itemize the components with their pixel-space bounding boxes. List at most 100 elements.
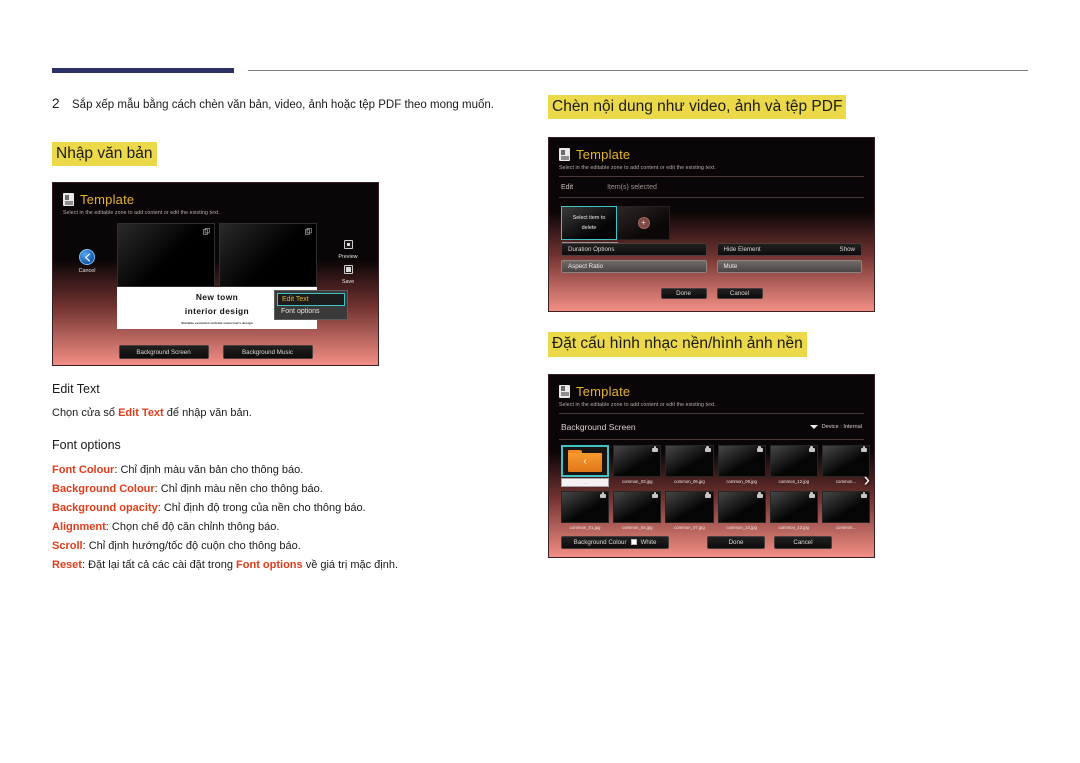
term: Background opacity bbox=[52, 501, 158, 514]
device-label: Device : Internal bbox=[821, 423, 862, 430]
context-menu-item-font-options[interactable]: Font options bbox=[277, 306, 345, 317]
bg-colour-label: Background Colour bbox=[573, 538, 627, 546]
mute-button[interactable]: Mute bbox=[716, 260, 862, 274]
list-item[interactable]: common_13.jpg bbox=[769, 490, 818, 530]
panel-inner: Template Select in the editable zone to … bbox=[549, 138, 874, 311]
step-number: 2 bbox=[52, 96, 60, 111]
desc: : Chỉ định màu nền cho thông báo. bbox=[154, 483, 323, 495]
screenshot-template-insert-content: Template Select in the editable zone to … bbox=[548, 137, 875, 313]
section-label: Background Screen bbox=[561, 421, 636, 432]
image-icon bbox=[652, 492, 659, 498]
folder-thumb bbox=[561, 444, 610, 477]
screenshot-background-screen: Template Select in the editable zone to … bbox=[548, 373, 875, 558]
image-icon bbox=[756, 492, 763, 498]
list-item: Alignment: Chọn chế độ căn chỉnh thông b… bbox=[52, 518, 512, 537]
template-icon bbox=[63, 193, 74, 207]
context-menu-item-edit-text[interactable]: Edit Text bbox=[277, 293, 345, 307]
list-item[interactable]: common_03.jpg bbox=[613, 444, 662, 487]
list-item[interactable]: common_06.jpg bbox=[665, 444, 714, 487]
desc: : Chỉ định màu văn bản cho thông báo. bbox=[114, 464, 304, 477]
background-colour-button[interactable]: Background Colour White bbox=[561, 535, 669, 549]
thumb-image bbox=[717, 444, 766, 477]
list-item[interactable]: common_10.jpg bbox=[717, 490, 766, 530]
right-controls: Preview Save bbox=[327, 240, 369, 285]
subheading-edit-text: Edit Text bbox=[52, 382, 100, 397]
right-column: Chèn nội dung như video, ảnh và tệp PDF … bbox=[548, 95, 1028, 558]
thumb-caption: common_01.jpg bbox=[569, 524, 601, 530]
done-button[interactable]: Done bbox=[660, 288, 707, 300]
list-item[interactable]: common... bbox=[821, 490, 871, 530]
background-screen-button[interactable]: Background Screen bbox=[118, 345, 209, 360]
list-item: Scroll: Chỉ định hướng/tốc độ cuộn cho t… bbox=[52, 537, 512, 556]
media-zone-left[interactable] bbox=[117, 223, 215, 288]
cancel-button[interactable]: Cancel bbox=[716, 288, 763, 300]
desc-post: về giá trị mặc định. bbox=[302, 558, 399, 571]
left-column: 2 Sắp xếp mẫu bằng cách chèn văn bản, vi… bbox=[52, 95, 512, 575]
desc: : Chỉ định độ trong của nền cho thông bá… bbox=[157, 501, 366, 514]
save-icon[interactable] bbox=[343, 265, 353, 275]
selected-media-card[interactable]: Select item to delete bbox=[561, 206, 617, 241]
para-pre: Chọn cửa sổ bbox=[52, 407, 119, 420]
context-menu[interactable]: Edit Text Font options bbox=[274, 290, 348, 321]
thumb-caption: common_09.jpg bbox=[726, 478, 757, 484]
thumbnail-grid: ... common_03.jpg common_06.jpg common_0… bbox=[561, 444, 871, 534]
value: Show bbox=[839, 246, 855, 254]
thumb-image bbox=[665, 490, 714, 523]
aspect-ratio-button[interactable]: Aspect Ratio bbox=[561, 260, 707, 274]
label: Hide Element bbox=[723, 246, 761, 254]
panel-subtitle: Select in the editable zone to add conte… bbox=[559, 165, 716, 172]
list-item[interactable]: common_12.jpg bbox=[769, 444, 818, 487]
next-page-arrow-icon[interactable]: › bbox=[864, 471, 870, 490]
image-icon bbox=[704, 492, 711, 498]
template-icon bbox=[559, 148, 570, 162]
items-selected-label: Item(s) selected bbox=[607, 184, 657, 192]
panel-title: Template bbox=[576, 147, 631, 163]
desc: : Chỉ định hướng/tốc độ cuộn cho thông b… bbox=[82, 539, 301, 552]
para-post: để nhập văn bản. bbox=[163, 407, 252, 420]
panel-subtitle: Select in the editable zone to add conte… bbox=[559, 401, 716, 408]
panel-title-row: Template bbox=[63, 192, 368, 207]
template-icon bbox=[559, 384, 570, 398]
list-item[interactable]: common_07.jpg bbox=[665, 490, 714, 530]
image-icon bbox=[652, 446, 659, 452]
options-row: Duration Options Hide Element Show bbox=[561, 243, 862, 257]
term-inline: Font options bbox=[236, 558, 303, 571]
image-icon bbox=[756, 446, 763, 452]
list-item[interactable]: common_01.jpg bbox=[561, 490, 610, 530]
cancel-control[interactable]: Cancel bbox=[65, 249, 109, 274]
thumb-image bbox=[821, 490, 871, 523]
back-arrow-icon bbox=[79, 249, 95, 266]
document-page: 2 Sắp xếp mẫu bằng cách chèn văn bản, vi… bbox=[0, 0, 1080, 763]
thumbnail-row: common_01.jpg common_04.jpg common_07.jp… bbox=[561, 490, 871, 530]
heading-right-bottom-wrap: Đặt cấu hình nhạc nền/hình ảnh nền bbox=[548, 332, 1028, 357]
divider bbox=[559, 438, 864, 440]
hide-element-button[interactable]: Hide Element Show bbox=[716, 243, 862, 257]
folder-up-item[interactable]: ... bbox=[561, 444, 610, 487]
device-selector[interactable]: Device : Internal bbox=[809, 423, 862, 430]
label: Aspect Ratio bbox=[568, 263, 604, 271]
edit-label[interactable]: Edit bbox=[561, 184, 573, 191]
preview-icon[interactable] bbox=[343, 240, 353, 250]
done-button[interactable]: Done bbox=[707, 535, 765, 549]
header-rule bbox=[52, 68, 1028, 74]
plus-icon: + bbox=[637, 217, 650, 230]
term: Reset bbox=[52, 558, 82, 571]
list-item[interactable]: common_04.jpg bbox=[613, 490, 662, 530]
selection-area: Select item to delete + picture1.jpg bbox=[549, 198, 874, 251]
edit-toolbar: Edit Item(s) selected bbox=[549, 177, 874, 197]
duration-options-button[interactable]: Duration Options bbox=[561, 243, 707, 257]
thumb-caption: common_07.jpg bbox=[674, 524, 705, 530]
panel-title: Template bbox=[80, 192, 135, 208]
image-icon bbox=[808, 446, 815, 452]
list-item[interactable]: common_09.jpg bbox=[717, 444, 766, 487]
cancel-button[interactable]: Cancel bbox=[774, 535, 832, 549]
term: Font Colour bbox=[52, 464, 115, 477]
panel-subtitle: Select in the editable zone to add conte… bbox=[63, 210, 220, 217]
folder-icon bbox=[568, 449, 603, 472]
media-zone-right[interactable] bbox=[219, 223, 317, 288]
image-icon bbox=[808, 492, 815, 498]
add-media-card[interactable]: + bbox=[617, 206, 670, 241]
copy-icon bbox=[305, 228, 312, 235]
thumb-caption: common_10.jpg bbox=[726, 524, 757, 530]
background-music-button[interactable]: Background Music bbox=[222, 345, 313, 360]
